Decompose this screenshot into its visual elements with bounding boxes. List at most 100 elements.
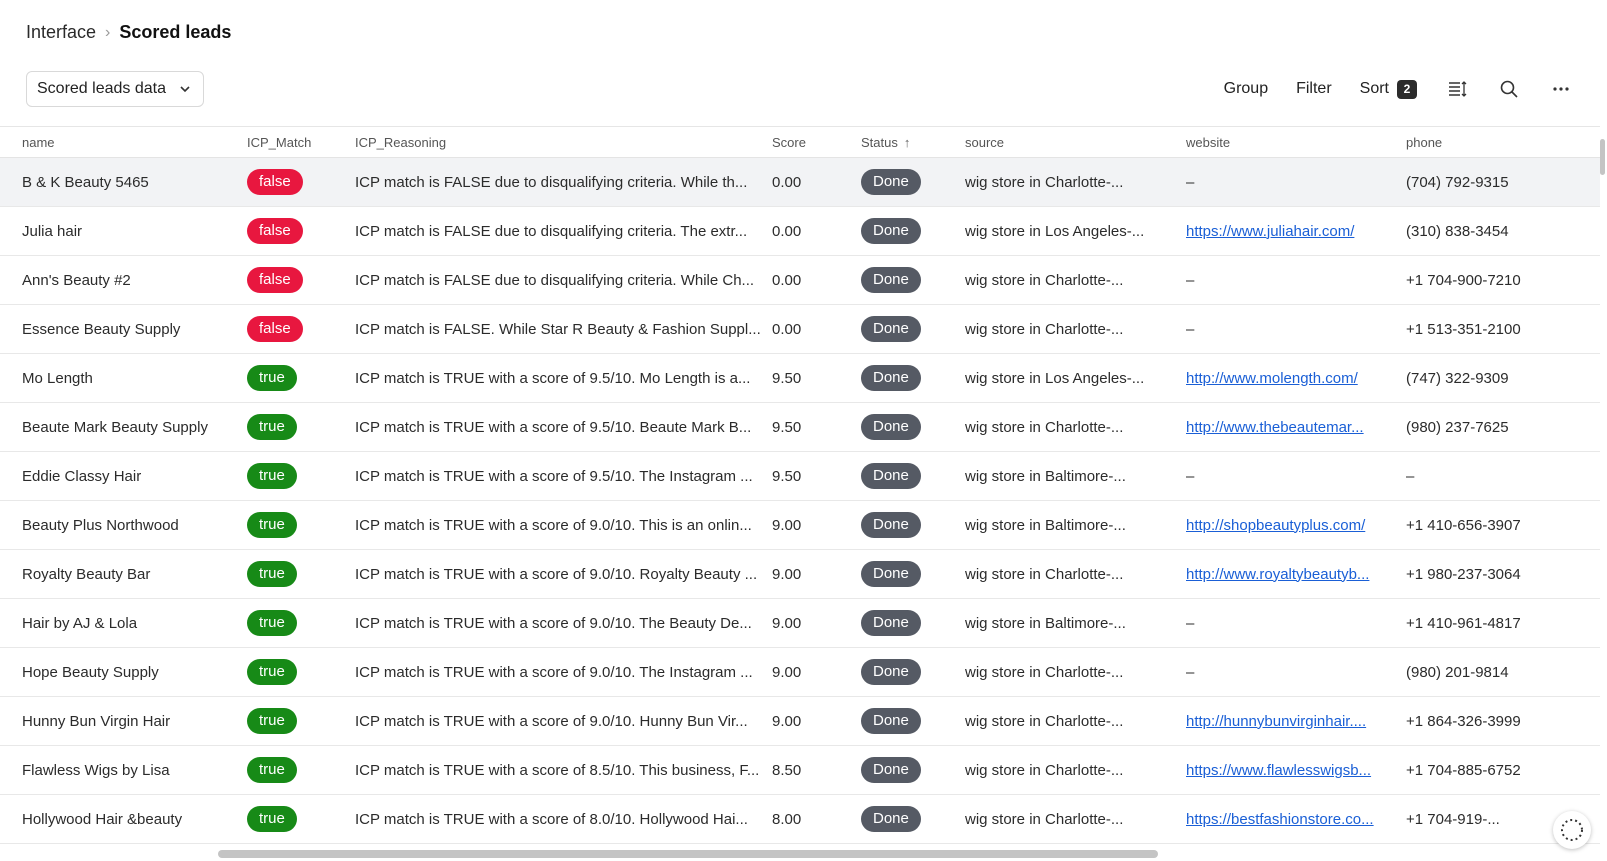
website-cell[interactable]: – — [1186, 272, 1406, 289]
column-header-status[interactable]: Status ↑ — [852, 135, 965, 150]
icp-reasoning-cell[interactable]: ICP match is TRUE with a score of 8.5/10… — [334, 762, 762, 779]
table-row[interactable]: Beaute Mark Beauty Supply true ICP match i… — [0, 403, 1600, 452]
status-cell[interactable]: Done — [852, 169, 965, 195]
website-link[interactable]: http://hunnybunvirginhair.... — [1186, 713, 1366, 730]
search-icon[interactable] — [1483, 72, 1535, 106]
phone-cell[interactable]: (747) 322-9309 — [1406, 370, 1590, 387]
score-cell[interactable]: 9.00 — [762, 664, 852, 681]
icp-reasoning-cell[interactable]: ICP match is TRUE with a score of 9.0/10… — [334, 664, 762, 681]
icp-reasoning-cell[interactable]: ICP match is TRUE with a score of 9.5/10… — [334, 419, 762, 436]
score-cell[interactable]: 9.00 — [762, 615, 852, 632]
table-row[interactable]: Beauty Plus Northwood true ICP match is TR… — [0, 501, 1600, 550]
score-cell[interactable]: 9.50 — [762, 468, 852, 485]
lead-name-cell[interactable]: Flawless Wigs by Lisa — [0, 762, 226, 779]
source-cell[interactable]: wig store in Charlotte-... — [965, 566, 1186, 583]
score-cell[interactable]: 8.50 — [762, 762, 852, 779]
table-row[interactable]: Eddie Classy Hair true ICP match is TRUE w… — [0, 452, 1600, 501]
icp-match-cell[interactable]: true — [226, 659, 334, 685]
lead-name-cell[interactable]: Eddie Classy Hair — [0, 468, 226, 485]
website-cell[interactable]: – — [1186, 321, 1406, 338]
column-header-website[interactable]: website — [1186, 135, 1406, 150]
icp-match-cell[interactable]: false — [226, 218, 334, 244]
icp-match-cell[interactable]: true — [226, 806, 334, 832]
icp-match-cell[interactable]: true — [226, 512, 334, 538]
icp-match-cell[interactable]: true — [226, 463, 334, 489]
website-link[interactable]: https://www.juliahair.com/ — [1186, 223, 1354, 240]
icp-match-cell[interactable]: false — [226, 267, 334, 293]
icp-match-cell[interactable]: true — [226, 757, 334, 783]
lead-name-cell[interactable]: Royalty Beauty Bar — [0, 566, 226, 583]
source-cell[interactable]: wig store in Charlotte-... — [965, 762, 1186, 779]
source-cell[interactable]: wig store in Charlotte-... — [965, 664, 1186, 681]
lead-name-cell[interactable]: Hunny Bun Virgin Hair — [0, 713, 226, 730]
icp-match-cell[interactable]: true — [226, 561, 334, 587]
lead-name-cell[interactable]: Ann's Beauty #2 — [0, 272, 226, 289]
source-cell[interactable]: wig store in Charlotte-... — [965, 174, 1186, 191]
status-cell[interactable]: Done — [852, 610, 965, 636]
icp-match-cell[interactable]: true — [226, 610, 334, 636]
score-cell[interactable]: 9.50 — [762, 370, 852, 387]
score-cell[interactable]: 0.00 — [762, 174, 852, 191]
phone-cell[interactable]: (704) 792-9315 — [1406, 174, 1590, 191]
icp-reasoning-cell[interactable]: ICP match is TRUE with a score of 9.5/10… — [334, 468, 762, 485]
source-cell[interactable]: wig store in Charlotte-... — [965, 321, 1186, 338]
breadcrumb-parent[interactable]: Interface — [26, 22, 96, 43]
status-cell[interactable]: Done — [852, 512, 965, 538]
lead-name-cell[interactable]: Hair by AJ & Lola — [0, 615, 226, 632]
table-row[interactable]: Hair by AJ & Lola true ICP match is TRUE w… — [0, 599, 1600, 648]
icp-reasoning-cell[interactable]: ICP match is TRUE with a score of 9.5/10… — [334, 370, 762, 387]
row-height-icon[interactable] — [1431, 72, 1483, 106]
more-options-icon[interactable] — [1535, 72, 1587, 106]
website-cell[interactable]: – — [1186, 615, 1406, 632]
icp-reasoning-cell[interactable]: ICP match is TRUE with a score of 8.0/10… — [334, 811, 762, 828]
website-cell[interactable]: – — [1186, 664, 1406, 681]
table-row[interactable]: Hope Beauty Supply true ICP match is TRUE … — [0, 648, 1600, 697]
lead-name-cell[interactable]: Hope Beauty Supply — [0, 664, 226, 681]
lead-name-cell[interactable]: Beaute Mark Beauty Supply — [0, 419, 226, 436]
status-cell[interactable]: Done — [852, 708, 965, 734]
icp-reasoning-cell[interactable]: ICP match is FALSE due to disqualifying … — [334, 174, 762, 191]
source-cell[interactable]: wig store in Baltimore-... — [965, 517, 1186, 534]
website-cell[interactable]: https://www.flawlesswigsb... — [1186, 762, 1406, 779]
lead-name-cell[interactable]: Beauty Plus Northwood — [0, 517, 226, 534]
website-link[interactable]: http://www.royaltybeautyb... — [1186, 566, 1369, 583]
phone-cell[interactable]: +1 704-900-7210 — [1406, 272, 1590, 289]
lead-name-cell[interactable]: Mo Length — [0, 370, 226, 387]
table-row[interactable]: B & K Beauty 5465 false ICP match is FALSE… — [0, 158, 1600, 207]
table-row[interactable]: Hunny Bun Virgin Hair true ICP match is TR… — [0, 697, 1600, 746]
lead-name-cell[interactable]: B & K Beauty 5465 — [0, 174, 226, 191]
column-header-icp-reasoning[interactable]: ICP_Reasoning — [334, 135, 762, 150]
website-link[interactable]: http://www.thebeautemar... — [1186, 419, 1364, 436]
phone-cell[interactable]: +1 864-326-3999 — [1406, 713, 1590, 730]
icp-match-cell[interactable]: false — [226, 169, 334, 195]
status-cell[interactable]: Done — [852, 561, 965, 587]
filter-button[interactable]: Filter — [1282, 72, 1346, 106]
table-row[interactable]: Ann's Beauty #2 false ICP match is FALSE d… — [0, 256, 1600, 305]
website-link[interactable]: https://bestfashionstore.co... — [1186, 811, 1374, 828]
icp-match-cell[interactable]: true — [226, 708, 334, 734]
column-header-score[interactable]: Score — [762, 135, 852, 150]
source-cell[interactable]: wig store in Charlotte-... — [965, 272, 1186, 289]
table-row[interactable]: Essence Beauty Supply false ICP match is F… — [0, 305, 1600, 354]
lead-name-cell[interactable]: Julia hair — [0, 223, 226, 240]
status-cell[interactable]: Done — [852, 806, 965, 832]
website-cell[interactable]: http://shopbeautyplus.com/ — [1186, 517, 1406, 534]
phone-cell[interactable]: (980) 237-7625 — [1406, 419, 1590, 436]
website-link[interactable]: https://www.flawlesswigsb... — [1186, 762, 1371, 779]
sort-button[interactable]: Sort 2 — [1346, 72, 1431, 106]
score-cell[interactable]: 9.00 — [762, 713, 852, 730]
table-row[interactable]: Julia hair false ICP match is FALSE due to… — [0, 207, 1600, 256]
website-cell[interactable]: http://hunnybunvirginhair.... — [1186, 713, 1406, 730]
source-cell[interactable]: wig store in Charlotte-... — [965, 811, 1186, 828]
icp-reasoning-cell[interactable]: ICP match is TRUE with a score of 9.0/10… — [334, 615, 762, 632]
column-header-icp-match[interactable]: ICP_Match — [226, 135, 334, 150]
source-cell[interactable]: wig store in Los Angeles-... — [965, 370, 1186, 387]
website-cell[interactable]: – — [1186, 468, 1406, 485]
phone-cell[interactable]: +1 410-656-3907 — [1406, 517, 1590, 534]
status-cell[interactable]: Done — [852, 757, 965, 783]
icp-reasoning-cell[interactable]: ICP match is FALSE due to disqualifying … — [334, 223, 762, 240]
status-cell[interactable]: Done — [852, 316, 965, 342]
icp-reasoning-cell[interactable]: ICP match is FALSE. While Star R Beauty … — [334, 321, 762, 338]
score-cell[interactable]: 0.00 — [762, 321, 852, 338]
website-link[interactable]: http://www.molength.com/ — [1186, 370, 1358, 387]
